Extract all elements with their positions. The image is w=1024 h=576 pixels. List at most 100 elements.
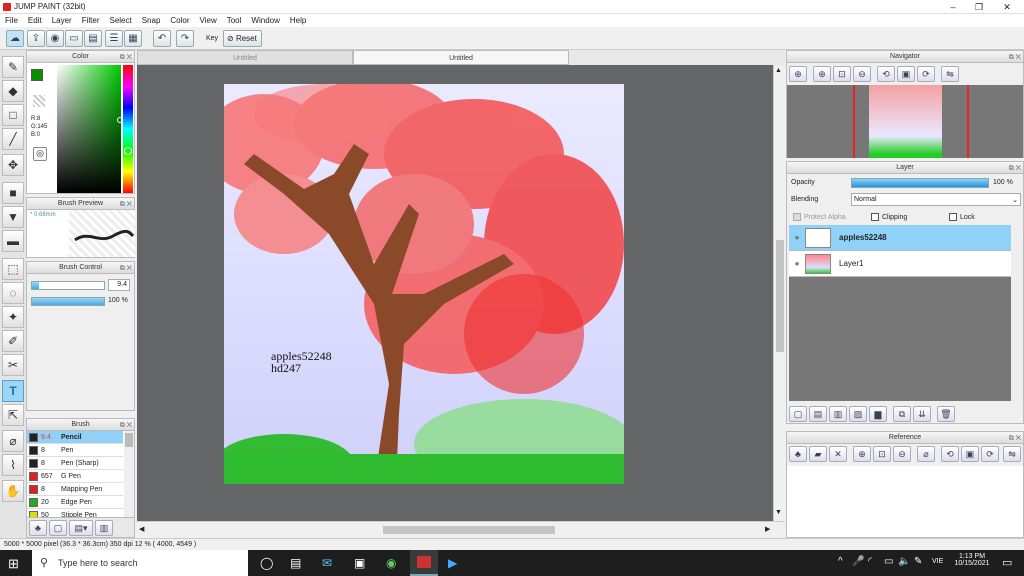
palette-icon[interactable]: ◎ <box>33 147 47 161</box>
brush-size-value[interactable]: 9.4 <box>108 279 130 291</box>
layer-row-layer1[interactable]: ● Layer1 <box>789 251 1011 277</box>
brush-list-scroll-thumb[interactable] <box>125 433 133 447</box>
brush-settings-icon[interactable]: ▥ <box>95 520 113 536</box>
store-icon[interactable]: ▣ <box>354 556 365 570</box>
share-icon[interactable]: ⇪ <box>27 30 45 47</box>
brush-item[interactable]: 8 Pen (Sharp) <box>27 457 123 470</box>
flip-icon[interactable]: ⇋ <box>941 66 959 82</box>
open-folder-icon[interactable]: ▰ <box>809 446 827 462</box>
mail-icon[interactable]: ✉ <box>322 556 332 570</box>
hue-slider-handle[interactable] <box>124 147 132 155</box>
eraser-icon[interactable]: ◆ <box>2 80 24 102</box>
reset-button[interactable]: ⊘ Reset <box>223 30 262 47</box>
menu-snap[interactable]: Snap <box>137 14 166 27</box>
visibility-icon[interactable]: ● <box>789 233 805 242</box>
zoom-out-icon[interactable]: ⊖ <box>853 66 871 82</box>
transparent-swatch[interactable] <box>33 95 45 107</box>
menu-filter[interactable]: Filter <box>77 14 105 27</box>
language-indicator[interactable]: VIE <box>932 558 943 565</box>
menu-tool[interactable]: Tool <box>222 14 247 27</box>
layer-row-apples52248[interactable]: ● apples52248 <box>789 225 1011 251</box>
lock-checkbox[interactable]: Lock <box>949 213 975 221</box>
chat-icon[interactable]: ▭ <box>65 30 83 47</box>
new-layer-icon[interactable]: ▢ <box>789 406 807 422</box>
menu-window[interactable]: Window <box>246 14 284 27</box>
rectangle-icon[interactable]: □ <box>2 104 24 126</box>
layer-list-scrollbar[interactable] <box>1012 234 1022 402</box>
filled-rect-icon[interactable]: ■ <box>2 182 24 204</box>
cloud-icon[interactable]: ☁ <box>6 30 24 47</box>
hand-icon[interactable]: ✋ <box>2 480 24 502</box>
line-icon[interactable]: ╱ <box>2 128 24 150</box>
zoom-in-icon[interactable]: ⊕ <box>789 66 807 82</box>
menu-help[interactable]: Help <box>285 14 311 27</box>
notifications-icon[interactable]: ▭ <box>1002 556 1012 569</box>
redo-icon[interactable]: ↷ <box>176 30 194 47</box>
drawing-canvas[interactable]: apples52248 hd247 <box>224 84 624 484</box>
new-brush-icon[interactable]: ▢ <box>49 520 67 536</box>
brush-menu-icon[interactable]: ▤▾ <box>69 520 93 536</box>
ref-zoom-out-icon[interactable]: ⊖ <box>893 446 911 462</box>
brush-item[interactable]: 8 Mapping Pen <box>27 483 123 496</box>
scroll-left-icon[interactable]: ◀ <box>139 525 144 533</box>
fg-color-swatch[interactable] <box>31 69 43 81</box>
magic-wand-icon[interactable]: ✦ <box>2 306 24 328</box>
protect-alpha-checkbox[interactable]: Protect Alpha <box>793 213 846 221</box>
wifi-icon[interactable]: ◜ <box>868 556 872 567</box>
scroll-right-icon[interactable]: ▶ <box>765 525 770 533</box>
brush-size-slider[interactable] <box>31 281 105 290</box>
scroll-up-icon[interactable]: ▲ <box>775 67 782 74</box>
edit-icon[interactable]: ✎ <box>914 556 922 567</box>
tab-untitled-1[interactable]: Untitled <box>137 50 353 65</box>
brush-item[interactable]: 20 Edge Pen <box>27 496 123 509</box>
add-brush-icon[interactable]: ♣ <box>29 520 47 536</box>
bucket-icon[interactable]: ▼ <box>2 206 24 228</box>
menu-view[interactable]: View <box>195 14 222 27</box>
duplicate-layer-icon[interactable]: ⧉ <box>893 406 911 422</box>
panel-close-icon[interactable]: ⧉ ✕ <box>1009 163 1021 175</box>
fit-icon[interactable]: ⊡ <box>833 66 851 82</box>
gradient-icon[interactable]: ▬ <box>2 230 24 252</box>
brush-item[interactable]: 8 Pen <box>27 444 123 457</box>
task-view-icon[interactable]: ◯ <box>260 556 273 570</box>
text-icon[interactable]: T <box>2 380 24 402</box>
pencil-icon[interactable]: ✎ <box>2 56 24 78</box>
move-icon[interactable]: ✥ <box>2 154 24 176</box>
rotate-left-icon[interactable]: ⟲ <box>877 66 895 82</box>
hue-slider[interactable] <box>123 65 133 193</box>
visibility-icon[interactable]: ● <box>789 259 805 268</box>
actual-size-icon[interactable]: ▣ <box>897 66 915 82</box>
rotate-right-icon[interactable]: ⟳ <box>917 66 935 82</box>
ref-rotate-right-icon[interactable]: ⟳ <box>981 446 999 462</box>
minimize-button[interactable]: – <box>940 0 966 14</box>
list-icon[interactable]: ☰ <box>105 30 123 47</box>
new-tone-layer-icon[interactable]: ▥ <box>829 406 847 422</box>
layer-opacity-slider[interactable] <box>851 178 989 188</box>
blending-select[interactable]: Normal ⌄ <box>851 193 1021 206</box>
panel-close-icon[interactable]: ⧉ ✕ <box>120 52 132 64</box>
new-layer-2-icon[interactable]: ▤ <box>809 406 827 422</box>
vertical-scroll-thumb[interactable] <box>776 240 784 352</box>
eyedropper-icon[interactable]: ⌀ <box>2 430 24 452</box>
ref-eyedropper-icon[interactable]: ⌀ <box>917 446 935 462</box>
widgets-icon[interactable]: ▤ <box>290 556 301 570</box>
brush-item[interactable]: 657 G Pen <box>27 470 123 483</box>
zoom-icon[interactable]: ▶ <box>448 556 457 570</box>
lasso-icon[interactable]: ◌ <box>2 282 24 304</box>
select-rect-icon[interactable]: ⬚ <box>2 258 24 280</box>
comment-icon[interactable]: ◉ <box>46 30 64 47</box>
undo-icon[interactable]: ↶ <box>153 30 171 47</box>
vertical-scrollbar[interactable]: ▲ ▼ <box>773 65 785 521</box>
ref-actual-size-icon[interactable]: ▣ <box>961 446 979 462</box>
ref-fit-icon[interactable]: ⊡ <box>873 446 891 462</box>
folder-icon[interactable]: ▆ <box>869 406 887 422</box>
menu-file[interactable]: File <box>0 14 23 27</box>
menu-select[interactable]: Select <box>104 14 136 27</box>
volume-icon[interactable]: 🔈 <box>898 556 910 567</box>
windows-start-icon[interactable]: ⊞ <box>8 556 19 572</box>
taskbar-search-box[interactable]: ⚲ Type here to search <box>32 550 248 576</box>
horizontal-scroll-thumb[interactable] <box>383 526 555 534</box>
select-pen-icon[interactable]: ✐ <box>2 330 24 352</box>
tray-chevron-icon[interactable]: ^ <box>838 556 843 567</box>
clipping-checkbox[interactable]: Clipping <box>871 213 907 221</box>
